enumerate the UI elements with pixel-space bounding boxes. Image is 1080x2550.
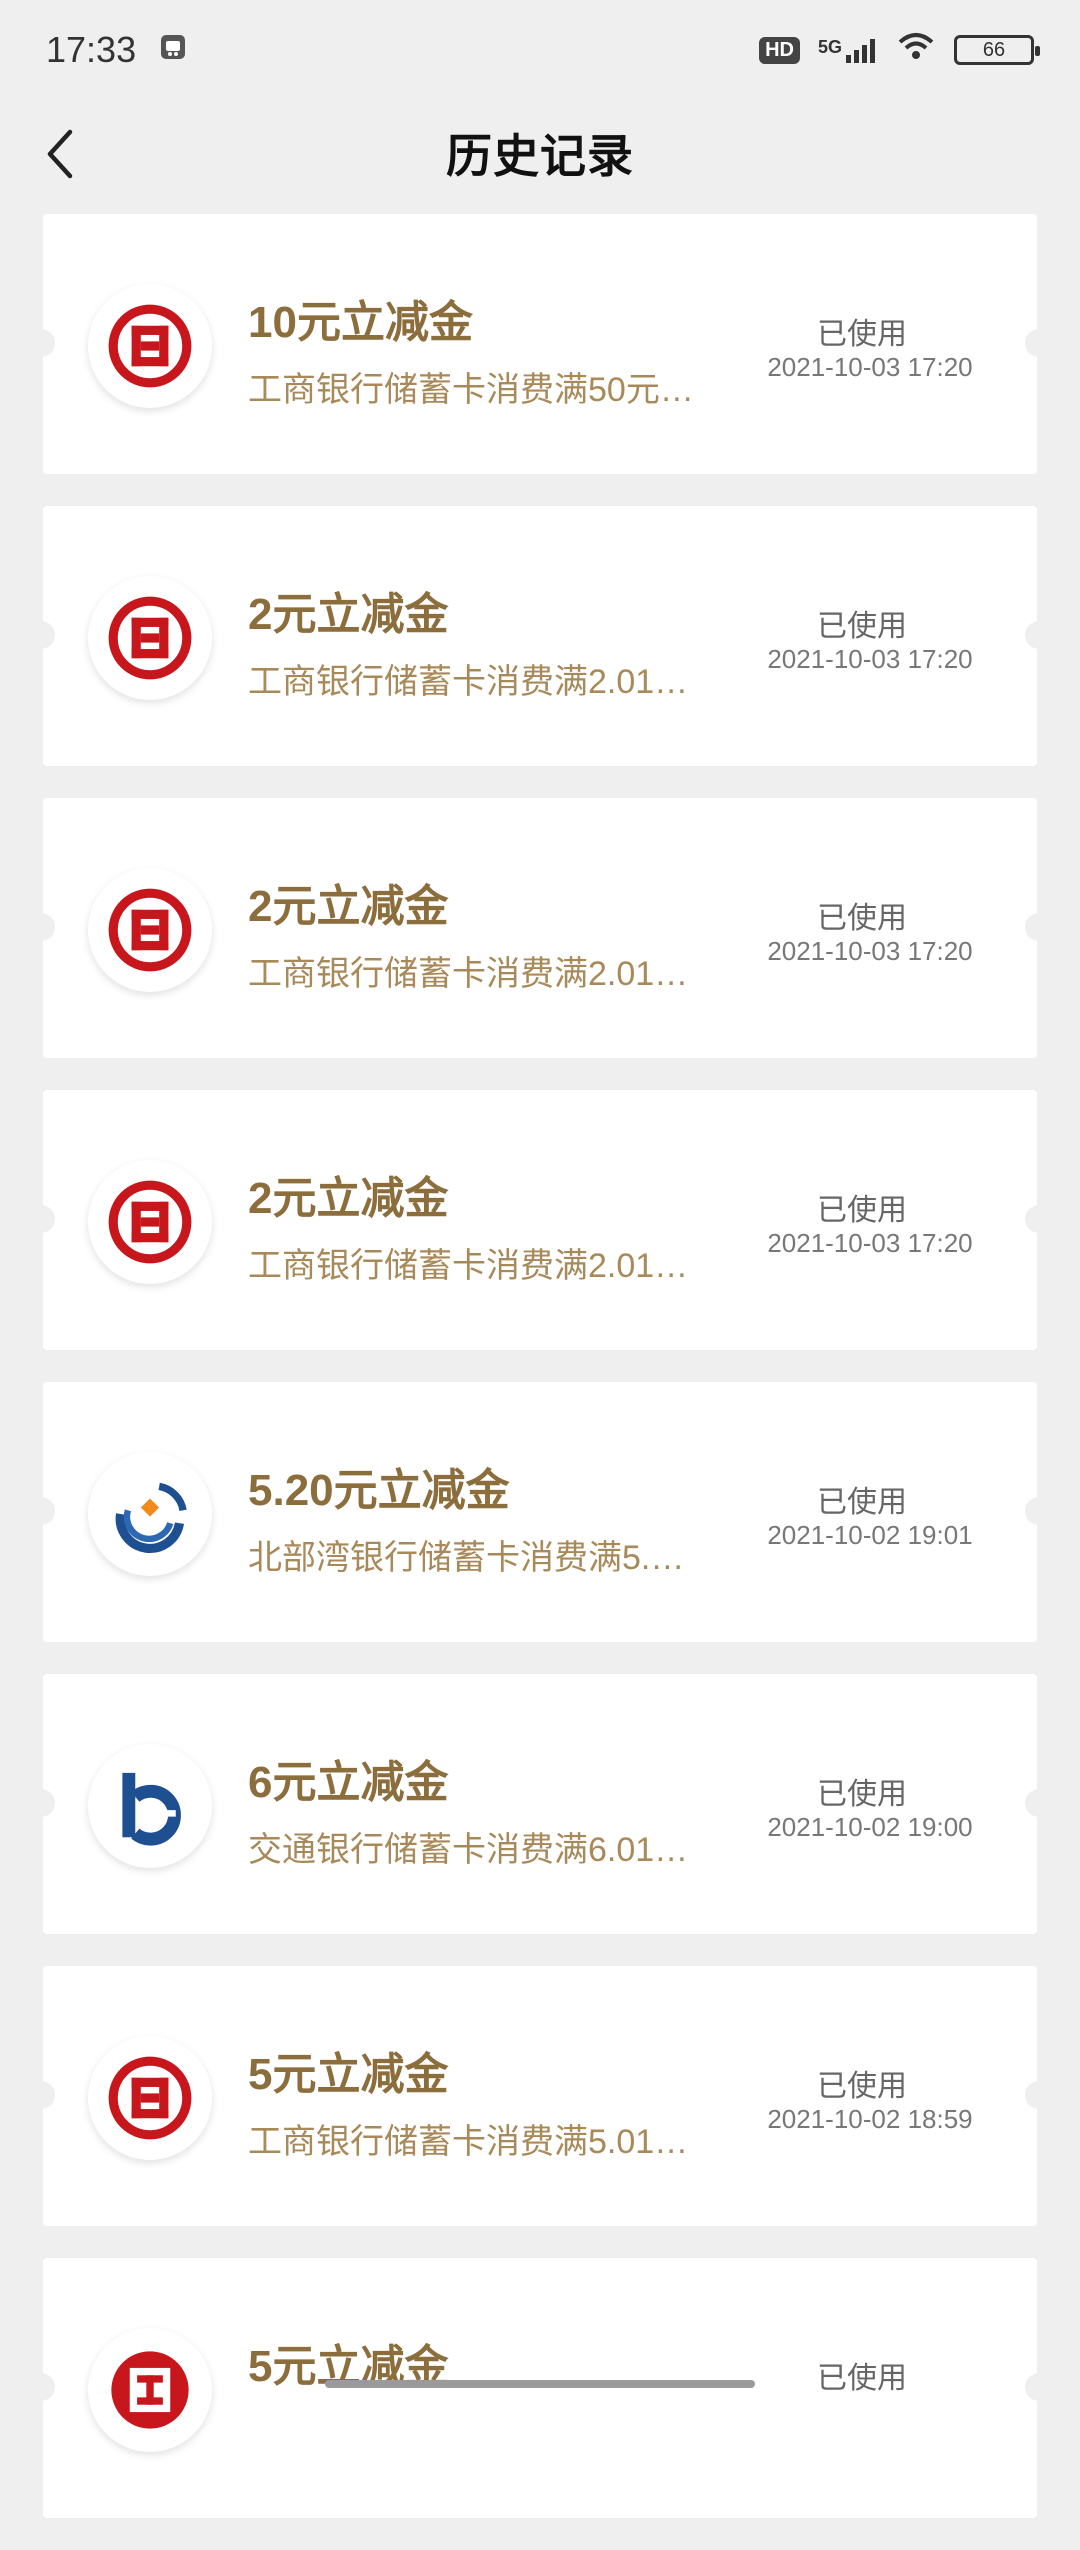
network-type: 5G xyxy=(817,37,842,57)
wifi-icon xyxy=(896,32,936,68)
record-status: 已使用 xyxy=(817,2070,907,2103)
record-description: 北部湾银行储蓄卡消费满5.… xyxy=(248,1539,685,1577)
header: 历史记录 xyxy=(0,100,1080,205)
record-description: 交通银行储蓄卡消费满6.01… xyxy=(248,1831,689,1869)
record-card[interactable]: 2元立减金工商银行储蓄卡消费满2.01… 已使用 2021-10-03 17:20 xyxy=(27,1090,1053,1350)
record-title: 5元立减金 xyxy=(248,2050,449,2099)
bank-logo-icon xyxy=(88,2328,212,2452)
record-description: 工商银行储蓄卡消费满2.01… xyxy=(248,955,689,993)
page-title: 历史记录 xyxy=(446,129,634,182)
record-status: 已使用 xyxy=(817,2362,907,2395)
bank-logo-icon xyxy=(88,1452,212,1576)
record-status: 已使用 xyxy=(817,610,907,643)
record-status: 已使用 xyxy=(817,1486,907,1519)
back-button[interactable] xyxy=(30,124,90,184)
record-title: 2元立减金 xyxy=(248,882,449,931)
signal-icon: 5G xyxy=(818,37,878,63)
hd-icon: HD xyxy=(759,36,800,64)
record-card[interactable]: 5.20元立减金北部湾银行储蓄卡消费满5.… 已使用 2021-10-02 19:0… xyxy=(27,1382,1053,1642)
status-time: 17:33 xyxy=(46,29,137,70)
record-status: 已使用 xyxy=(817,1194,907,1227)
record-description: 工商银行储蓄卡消费满2.01… xyxy=(248,663,689,701)
record-title: 6元立减金 xyxy=(248,1758,449,1807)
battery-level: 66 xyxy=(982,38,1006,61)
status-bar: 17:33 HD 5G 66 xyxy=(0,0,1080,100)
record-card[interactable]: 10元立减金工商银行储蓄卡消费满50元… 已使用 2021-10-03 17:20 xyxy=(27,214,1053,474)
home-indicator xyxy=(325,2380,755,2388)
bank-logo-icon xyxy=(88,576,212,700)
record-status: 已使用 xyxy=(817,318,907,351)
app-notification-icon xyxy=(158,29,188,71)
bank-logo-icon xyxy=(88,1744,212,1868)
record-date: 2021-10-02 19:01 xyxy=(767,1520,973,1550)
battery-icon: 66 xyxy=(954,35,1040,65)
record-date: 2021-10-02 19:00 xyxy=(767,1812,973,1842)
record-card[interactable]: 5元立减金 已使用 xyxy=(27,2258,1053,2518)
record-date: 2021-10-02 18:59 xyxy=(767,2104,973,2134)
chevron-left-icon xyxy=(47,129,73,179)
record-description: 工商银行储蓄卡消费满2.01… xyxy=(248,1247,689,1285)
record-title: 5.20元立减金 xyxy=(248,1466,510,1515)
record-title: 2元立减金 xyxy=(248,1174,449,1223)
record-date: 2021-10-03 17:20 xyxy=(767,352,973,382)
record-status: 已使用 xyxy=(817,1778,907,1811)
record-list[interactable]: 10元立减金 工商银行储蓄卡消费满50元… 已使用 2021-10-03 17:20 2… xyxy=(27,214,1053,2550)
record-description: 工商银行储蓄卡消费满50元… xyxy=(248,371,694,409)
record-status: 已使用 xyxy=(817,902,907,935)
status-right: HD 5G 66 xyxy=(759,32,1040,68)
record-date: 2021-10-03 17:20 xyxy=(767,1228,973,1258)
status-left: 17:33 xyxy=(46,29,188,71)
bank-logo-icon xyxy=(88,1160,212,1284)
record-date: 2021-10-03 17:20 xyxy=(767,644,973,674)
record-card[interactable]: 2元立减金工商银行储蓄卡消费满2.01… 已使用 2021-10-03 17:20 xyxy=(27,798,1053,1058)
record-card[interactable]: 5元立减金工商银行储蓄卡消费满5.01… 已使用 2021-10-02 18:59 xyxy=(27,1966,1053,2226)
record-card[interactable]: 2元立减金工商银行储蓄卡消费满2.01… 已使用 2021-10-03 17:20 xyxy=(27,506,1053,766)
record-title: 2元立减金 xyxy=(248,590,449,639)
bank-logo-icon xyxy=(88,284,212,408)
bank-logo-icon xyxy=(88,868,212,992)
bank-logo-icon xyxy=(88,2036,212,2160)
record-title: 10元立减金 xyxy=(248,298,473,347)
record-card[interactable]: 6元立减金交通银行储蓄卡消费满6.01… 已使用 2021-10-02 19:00 xyxy=(27,1674,1053,1934)
record-description: 工商银行储蓄卡消费满5.01… xyxy=(248,2123,689,2161)
record-date: 2021-10-03 17:20 xyxy=(767,936,973,966)
